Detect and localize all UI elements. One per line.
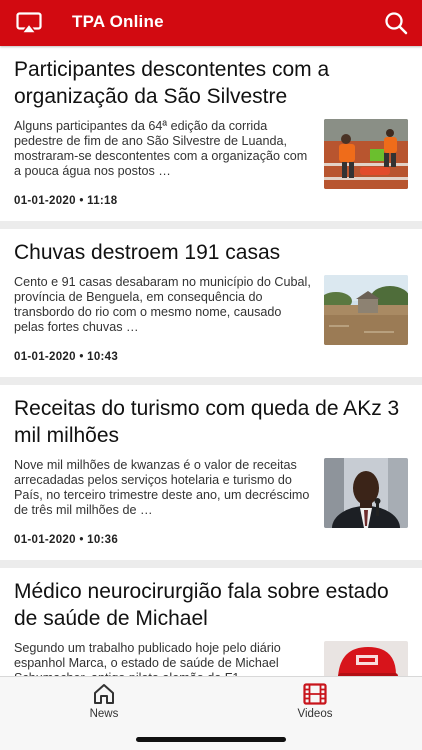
article-headline[interactable]: Participantes descontentes com a organiz… [14, 56, 408, 110]
film-icon [303, 683, 327, 705]
article-headline[interactable]: Médico neurocirurgião fala sobre estado … [14, 578, 408, 632]
home-indicator [136, 737, 286, 742]
article-card[interactable]: Participantes descontentes com a organiz… [0, 46, 422, 221]
article-date: 01-01-2020 • 11:18 [14, 195, 118, 207]
article-card[interactable]: Receitas do turismo com queda de AKz 3 m… [0, 385, 422, 560]
app-title: TPA Online [72, 12, 164, 31]
article-date: 01-01-2020 • 10:43 [14, 351, 119, 363]
news-feed[interactable]: Participantes descontentes com a organiz… [0, 46, 422, 676]
airplay-icon[interactable] [16, 12, 42, 34]
driver-red-cap-photo[interactable] [324, 641, 408, 676]
article-excerpt: Nove mil milhões de kwanzas é o valor de… [14, 458, 310, 517]
bottom-tab-bar: News Videos [0, 676, 422, 750]
article-date: 01-01-2020 • 10:36 [14, 534, 119, 546]
article-card[interactable]: Médico neurocirurgião fala sobre estado … [0, 568, 422, 676]
search-icon[interactable] [384, 11, 408, 35]
article-card[interactable]: Chuvas destroem 191 casas Cento e 91 cas… [0, 229, 422, 377]
article-headline[interactable]: Chuvas destroem 191 casas [14, 239, 408, 266]
article-headline[interactable]: Receitas do turismo com queda de AKz 3 m… [14, 395, 408, 449]
tab-news-label: News [89, 708, 119, 720]
tab-videos[interactable]: Videos [280, 683, 350, 720]
runners-photo[interactable] [324, 119, 408, 189]
official-portrait-photo[interactable] [324, 458, 408, 528]
app-screen: TPA Online Participantes descontentes co… [0, 0, 422, 750]
home-icon [94, 684, 114, 704]
article-excerpt: Cento e 91 casas desabaram no município … [14, 275, 311, 334]
flood-photo[interactable] [324, 275, 408, 345]
article-excerpt: Segundo um trabalho publicado hoje pelo … [14, 641, 281, 676]
article-excerpt: Alguns participantes da 64ª edição da co… [14, 119, 308, 178]
tab-news[interactable]: News [69, 683, 139, 720]
tab-videos-label: Videos [297, 708, 333, 720]
top-app-bar: TPA Online [0, 0, 422, 46]
